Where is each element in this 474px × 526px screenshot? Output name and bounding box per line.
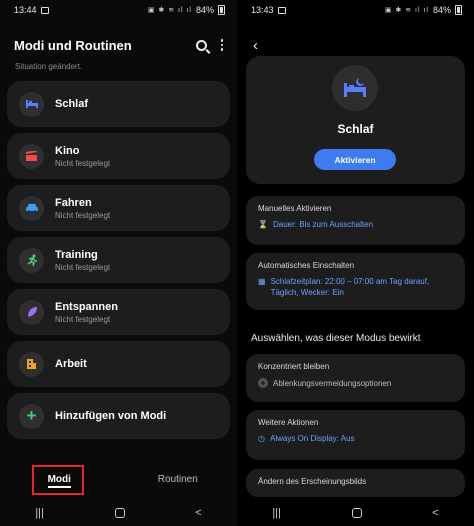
card-title: Ändern des Erscheinungsbilds bbox=[258, 477, 367, 486]
mode-detail-screen: 13:43 ▣ ✱ ≋ ıl ıl 84% ‹ Schlaf Aktiviere… bbox=[237, 0, 474, 526]
card-title: Weitere Aktionen bbox=[258, 418, 319, 427]
status-time: 13:43 bbox=[251, 5, 274, 15]
mode-name: Hinzufügen von Modi bbox=[55, 410, 167, 422]
bottom-tabs: Modi Routinen bbox=[0, 462, 237, 496]
back-arrow-icon[interactable]: ‹ bbox=[253, 37, 258, 54]
mode-status: Nicht festgelegt bbox=[55, 210, 111, 220]
tab-routinen[interactable]: Routinen bbox=[119, 462, 238, 496]
bed-icon bbox=[19, 91, 44, 117]
sleep-mode-icon bbox=[332, 65, 378, 111]
card-value-line1: Schlafzeitplan: 22:00 – 07:00 am Tag dar… bbox=[270, 277, 430, 286]
running-icon bbox=[19, 247, 44, 273]
description-text: Situation geändert. bbox=[15, 62, 83, 71]
mode-item-schlaf[interactable]: Schlaf bbox=[7, 81, 230, 127]
mode-item-kino[interactable]: Kino Nicht festgelegt bbox=[7, 133, 230, 179]
battery-icon bbox=[218, 5, 225, 15]
gallery-notification-icon bbox=[277, 6, 286, 14]
calendar-icon: ▦ bbox=[258, 277, 266, 286]
car-icon bbox=[19, 195, 44, 221]
status-bar: 13:44 ▣ ✱ ≋ ıl ıl 84% bbox=[0, 0, 237, 20]
plus-icon: + bbox=[19, 403, 44, 429]
mode-name: Schlaf bbox=[55, 98, 89, 110]
focus-card[interactable]: Konzentriert bleiben + Ablenkungsvermeidu… bbox=[246, 354, 465, 402]
mode-item-fahren[interactable]: Fahren Nicht festgelegt bbox=[7, 185, 230, 231]
more-options-icon[interactable] bbox=[220, 39, 223, 51]
home-icon[interactable] bbox=[351, 508, 362, 518]
leaf-icon bbox=[19, 299, 44, 325]
system-nav-bar: ||| < bbox=[0, 500, 237, 526]
add-circle-icon: + bbox=[258, 378, 268, 388]
search-icon[interactable] bbox=[195, 39, 207, 51]
page-title: Modi und Routinen bbox=[14, 37, 132, 53]
more-actions-card[interactable]: Weitere Aktionen ◷ Always On Display: Aus bbox=[246, 410, 465, 460]
tab-modi[interactable]: Modi bbox=[0, 462, 119, 496]
manual-activation-card[interactable]: Manuelles Aktivieren ⌛ Dauer: Bis zum Aus… bbox=[246, 196, 465, 245]
home-icon[interactable] bbox=[114, 508, 125, 518]
tab-label: Routinen bbox=[157, 473, 198, 485]
signal-icons: ▣ ✱ ≋ ıl ıl bbox=[147, 7, 192, 14]
mode-title: Schlaf bbox=[337, 122, 374, 136]
recent-apps-icon[interactable]: ||| bbox=[272, 507, 281, 519]
card-value: Dauer: Bis zum Ausschalten bbox=[272, 220, 374, 229]
mode-name: Training bbox=[55, 248, 98, 261]
mode-name: Arbeit bbox=[55, 358, 87, 370]
mode-name: Fahren bbox=[55, 196, 92, 209]
mode-status: Nicht festgelegt bbox=[55, 158, 111, 168]
mode-name: Entspannen bbox=[55, 300, 118, 313]
hourglass-icon: ⌛ bbox=[258, 220, 268, 229]
mode-item-entspannen[interactable]: Entspannen Nicht festgelegt bbox=[7, 289, 230, 335]
card-value-line2: Täglich, Wecker: Ein bbox=[270, 287, 344, 297]
modes-list-screen: 13:44 ▣ ✱ ≋ ıl ıl 84% Modi und Routinen … bbox=[0, 0, 237, 526]
modes-list: Schlaf Kino Nicht festgelegt Fahren Nicht … bbox=[7, 81, 230, 445]
status-time: 13:44 bbox=[14, 5, 37, 15]
recent-apps-icon[interactable]: ||| bbox=[35, 507, 44, 519]
battery-percent: 84% bbox=[432, 5, 451, 15]
clock-icon: ◷ bbox=[258, 434, 265, 443]
card-title: Konzentriert bleiben bbox=[258, 362, 330, 371]
system-nav-bar: ||| < bbox=[237, 500, 474, 526]
auto-activation-card[interactable]: Automatisches Einschalten ▦ Schlafzeitpla… bbox=[246, 253, 465, 310]
back-nav-icon[interactable]: < bbox=[195, 507, 201, 519]
mode-status: Nicht festgelegt bbox=[55, 314, 111, 324]
highlight-box bbox=[32, 465, 84, 495]
battery-percent: 84% bbox=[195, 5, 214, 15]
back-nav-icon[interactable]: < bbox=[432, 507, 438, 519]
battery-icon bbox=[455, 5, 462, 15]
activate-button[interactable]: Aktivieren bbox=[314, 149, 396, 170]
mode-item-training[interactable]: Training Nicht festgelegt bbox=[7, 237, 230, 283]
appearance-card[interactable]: Ändern des Erscheinungsbilds bbox=[246, 469, 465, 497]
mode-status: Nicht festgelegt bbox=[55, 262, 111, 272]
signal-icons: ▣ ✱ ≋ ıl ıl bbox=[384, 7, 429, 14]
status-bar: 13:43 ▣ ✱ ≋ ıl ıl 84% bbox=[237, 0, 474, 20]
mode-item-arbeit[interactable]: Arbeit bbox=[7, 341, 230, 387]
gallery-notification-icon bbox=[40, 6, 49, 14]
add-mode-button[interactable]: + Hinzufügen von Modi bbox=[7, 393, 230, 439]
card-title: Manuelles Aktivieren bbox=[258, 204, 332, 213]
card-title: Automatisches Einschalten bbox=[258, 261, 355, 270]
card-value: Ablenkungsvermeidungsoptionen bbox=[273, 378, 392, 388]
building-icon bbox=[19, 351, 44, 377]
section-heading: Auswählen, was dieser Modus bewirkt bbox=[251, 333, 421, 344]
card-value: Always On Display: Aus bbox=[269, 434, 355, 443]
mode-name: Kino bbox=[55, 144, 80, 157]
clapperboard-icon bbox=[19, 143, 44, 169]
